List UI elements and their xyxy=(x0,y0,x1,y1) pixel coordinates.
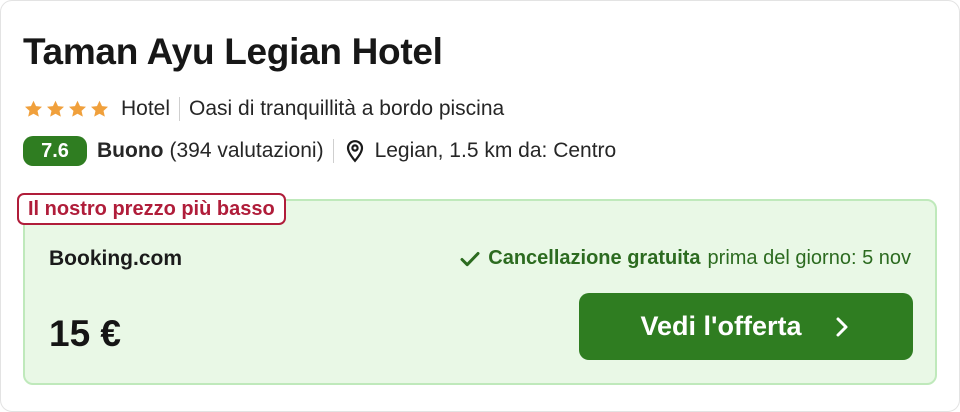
divider xyxy=(332,139,334,163)
star-icon xyxy=(91,100,108,117)
divider xyxy=(179,97,181,121)
hotel-type: Hotel xyxy=(121,97,171,120)
free-cancellation: Cancellazione gratuita prima del giorno:… xyxy=(460,247,911,270)
check-icon xyxy=(460,251,480,266)
review-score-badge[interactable]: 7.6 xyxy=(23,136,87,166)
hotel-name[interactable]: Taman Ayu Legian Hotel xyxy=(23,31,443,73)
hotel-info-row: Hotel Oasi di tranquillità a bordo pisci… xyxy=(23,95,504,123)
hotel-location[interactable]: Legian, 1.5 km da: Centro xyxy=(375,139,617,163)
lowest-price-badge: Il nostro prezzo più basso xyxy=(17,193,286,225)
cancellation-deadline: prima del giorno: 5 nov xyxy=(707,247,911,269)
view-offer-button[interactable]: Vedi l'offerta xyxy=(579,293,913,360)
hotel-card: Taman Ayu Legian Hotel Hotel Oasi di tra… xyxy=(0,0,960,412)
rating-location-row: 7.6 Buono (394 valutazioni) Legian, 1.5 … xyxy=(23,135,616,167)
view-offer-label: Vedi l'offerta xyxy=(640,311,802,341)
cancellation-label: Cancellazione gratuita xyxy=(488,247,701,269)
chevron-right-icon xyxy=(836,317,848,336)
offer-provider: Booking.com xyxy=(49,247,183,270)
review-count[interactable]: (394 valutazioni) xyxy=(169,139,323,163)
star-icon xyxy=(47,100,64,117)
map-pin-icon xyxy=(346,140,363,163)
star-icon xyxy=(25,100,42,117)
star-icon xyxy=(69,100,86,117)
star-rating xyxy=(23,99,111,120)
hotel-tagline: Oasi di tranquillità a bordo piscina xyxy=(189,97,505,120)
offer-price: 15 € xyxy=(49,313,122,354)
rating-word: Buono xyxy=(97,139,164,162)
